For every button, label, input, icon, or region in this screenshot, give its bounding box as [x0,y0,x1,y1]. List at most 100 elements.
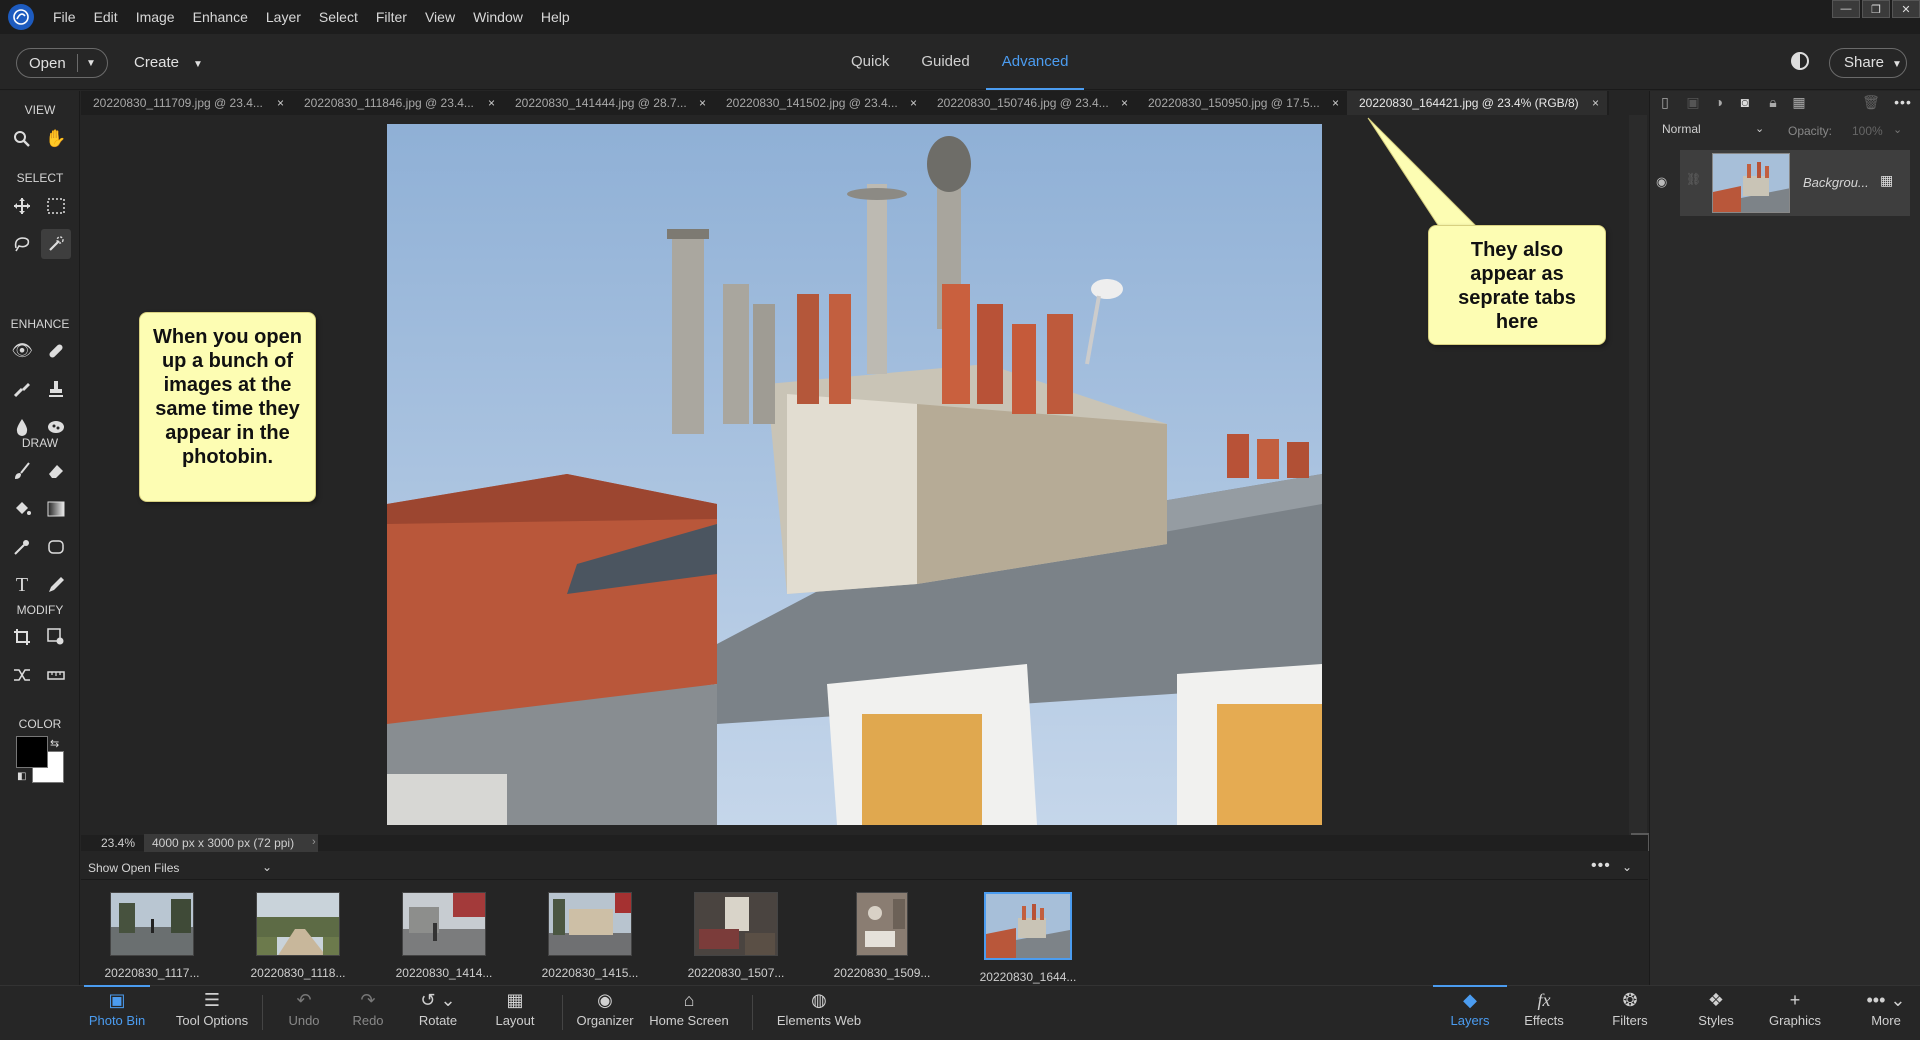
recompose-tool-icon[interactable] [41,622,71,652]
lock-all-icon[interactable]: 🔒︎ [1764,94,1782,112]
document-tab[interactable]: 20220830_111709.jpg @ 23.4... × [81,91,292,115]
panel-menu-icon[interactable]: ••• [1894,94,1912,112]
photo-bin-item[interactable]: 20220830_1415... [520,892,660,980]
close-tab-icon[interactable]: × [488,91,495,115]
clone-stamp-icon[interactable] [41,374,71,404]
link-icon[interactable]: ⛓︎ [1686,172,1701,186]
eraser-tool-icon[interactable] [41,456,71,486]
create-button[interactable]: Create ▼ [134,54,203,71]
hand-tool-icon[interactable]: ✋ [41,124,71,154]
document-tab[interactable]: 20220830_150950.jpg @ 17.5... × [1136,91,1347,115]
elements-web-button[interactable]: ◍ Elements Web [774,985,864,1040]
chevron-right-icon[interactable]: › [312,836,316,848]
crop-tool-icon[interactable] [7,622,37,652]
close-tab-icon[interactable]: × [699,91,706,115]
photo-bin-item[interactable]: 20220830_1507... [666,892,806,980]
close-tab-icon[interactable]: × [1592,91,1599,115]
opacity-input[interactable]: 100% [1852,124,1883,138]
paint-bucket-icon[interactable] [7,494,37,524]
visibility-eye-icon[interactable]: ◉ [1656,174,1667,190]
photo-bin-button[interactable]: ▣ Photo Bin [84,985,150,1040]
zoom-level[interactable]: 23.4% [101,836,135,850]
photo-bin-item[interactable]: 20220830_1414... [374,892,514,980]
type-tool-icon[interactable]: T [7,570,37,600]
blend-mode-select[interactable]: Normal [1662,122,1768,140]
chevron-down-icon[interactable]: ⌄ [262,860,272,874]
layer-lock-icon[interactable]: ▦ [1880,172,1898,190]
photo-bin-item[interactable]: 20220830_1509... [812,892,952,980]
menu-image[interactable]: Image [127,0,184,34]
rotate-button[interactable]: ↺ ⌄ Rotate [414,985,462,1040]
photo-bin-item[interactable]: 20220830_1118... [228,892,368,980]
swap-colors-icon[interactable]: ⇆ [50,737,59,750]
document-image[interactable] [387,124,1322,825]
close-tab-icon[interactable]: × [277,91,284,115]
document-tab[interactable]: 20220830_141444.jpg @ 28.7... × [503,91,714,115]
content-aware-move-icon[interactable] [7,660,37,690]
layout-button[interactable]: ▦ Layout [490,985,540,1040]
layer-name[interactable]: Backgrou... [1803,175,1869,190]
document-size[interactable]: 4000 px x 3000 px (72 ppi) [144,834,318,852]
default-colors-icon[interactable]: ◧ [17,771,26,782]
new-layer-icon[interactable]: ▯ [1656,94,1674,112]
new-group-icon[interactable]: ▣ [1684,94,1702,112]
tab-advanced[interactable]: Advanced [985,34,1085,90]
open-dropdown-icon[interactable]: ▼ [78,58,96,69]
layers-button[interactable]: ◆ Layers [1433,985,1507,1040]
tab-guided[interactable]: Guided [905,34,985,90]
adjustment-layer-icon[interactable]: ◑ [1710,94,1728,112]
photo-bin-item[interactable]: 20220830_1117... [82,892,222,980]
foreground-color-swatch[interactable] [16,736,48,768]
tab-quick[interactable]: Quick [835,34,905,90]
menu-select[interactable]: Select [310,0,367,34]
menu-view[interactable]: View [416,0,464,34]
shape-tool-icon[interactable] [41,532,71,562]
layer-mask-icon[interactable]: ◙ [1736,94,1754,112]
marquee-tool-icon[interactable] [41,191,71,221]
chevron-down-icon[interactable]: ⌄ [1893,123,1902,136]
document-tab-active[interactable]: 20220830_164421.jpg @ 23.4% (RGB/8) × [1347,91,1607,115]
chevron-down-icon[interactable]: ⌄ [1755,122,1764,135]
zoom-tool-icon[interactable] [7,124,37,154]
lasso-tool-icon[interactable] [7,229,37,259]
photo-bin-source-select[interactable]: Show Open Files [88,861,179,875]
document-tab[interactable]: 20220830_111846.jpg @ 23.4... × [292,91,503,115]
organizer-button[interactable]: ◉ Organizer [572,985,638,1040]
vertical-scrollbar[interactable] [1629,115,1647,835]
minimize-button[interactable]: — [1832,0,1860,18]
menu-layer[interactable]: Layer [257,0,310,34]
red-eye-tool-icon[interactable]: 👁 [7,336,37,366]
tool-options-button[interactable]: ☰ Tool Options [170,985,254,1040]
document-tab[interactable]: 20220830_141502.jpg @ 23.4... × [714,91,925,115]
straighten-tool-icon[interactable] [41,660,71,690]
close-tab-icon[interactable]: × [1332,91,1339,115]
document-tab[interactable]: 20220830_150746.jpg @ 23.4... × [925,91,1136,115]
home-screen-button[interactable]: ⌂ Home Screen [648,985,730,1040]
collapse-chevron-icon[interactable]: ⌄ [1622,860,1632,874]
restore-button[interactable]: ❐ [1862,0,1890,18]
move-tool-icon[interactable] [7,191,37,221]
quick-selection-tool-icon[interactable] [41,229,71,259]
menu-edit[interactable]: Edit [85,0,127,34]
more-options-icon[interactable]: ••• [1591,857,1611,875]
graphics-button[interactable]: + Graphics [1768,985,1822,1040]
lock-transparent-icon[interactable]: ▦ [1790,94,1808,112]
styles-button[interactable]: ❖ Styles [1696,985,1736,1040]
menu-help[interactable]: Help [532,0,579,34]
photo-bin-item-selected[interactable]: 20220830_1644... [958,892,1098,984]
healing-brush-icon[interactable] [41,336,71,366]
smart-brush-icon[interactable] [7,374,37,404]
more-button[interactable]: ••• ⌄ More [1856,985,1916,1040]
trash-icon[interactable]: 🗑︎ [1862,94,1880,112]
effects-button[interactable]: fx Effects [1524,985,1564,1040]
menu-filter[interactable]: Filter [367,0,416,34]
open-button[interactable]: Open ▼ [16,48,108,78]
eyedropper-tool-icon[interactable] [7,532,37,562]
app-logo-icon[interactable] [8,4,34,30]
brush-tool-icon[interactable] [7,456,37,486]
close-tab-icon[interactable]: × [910,91,917,115]
menu-enhance[interactable]: Enhance [184,0,257,34]
gradient-tool-icon[interactable] [41,494,71,524]
pencil-tool-icon[interactable] [41,570,71,600]
menu-window[interactable]: Window [464,0,532,34]
